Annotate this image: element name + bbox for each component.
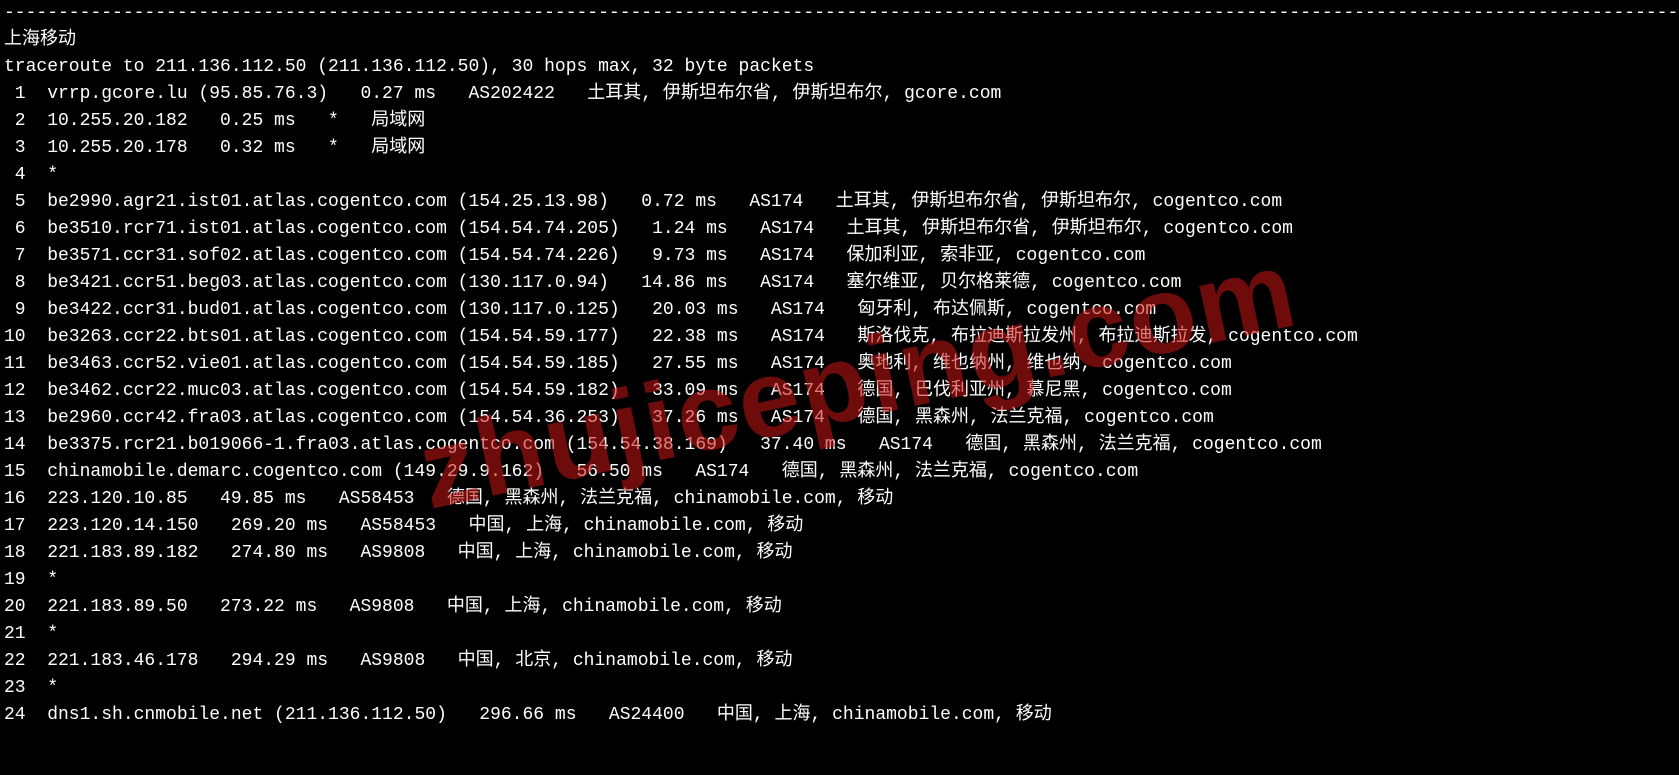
route-title: 上海移动 <box>4 30 76 50</box>
hop-list: 1 vrrp.gcore.lu (95.85.76.3) 0.27 ms AS2… <box>4 84 1358 725</box>
divider-line: ----------------------------------------… <box>4 3 1679 23</box>
terminal-output: ----------------------------------------… <box>0 0 1679 729</box>
traceroute-header: traceroute to 211.136.112.50 (211.136.11… <box>4 57 814 77</box>
